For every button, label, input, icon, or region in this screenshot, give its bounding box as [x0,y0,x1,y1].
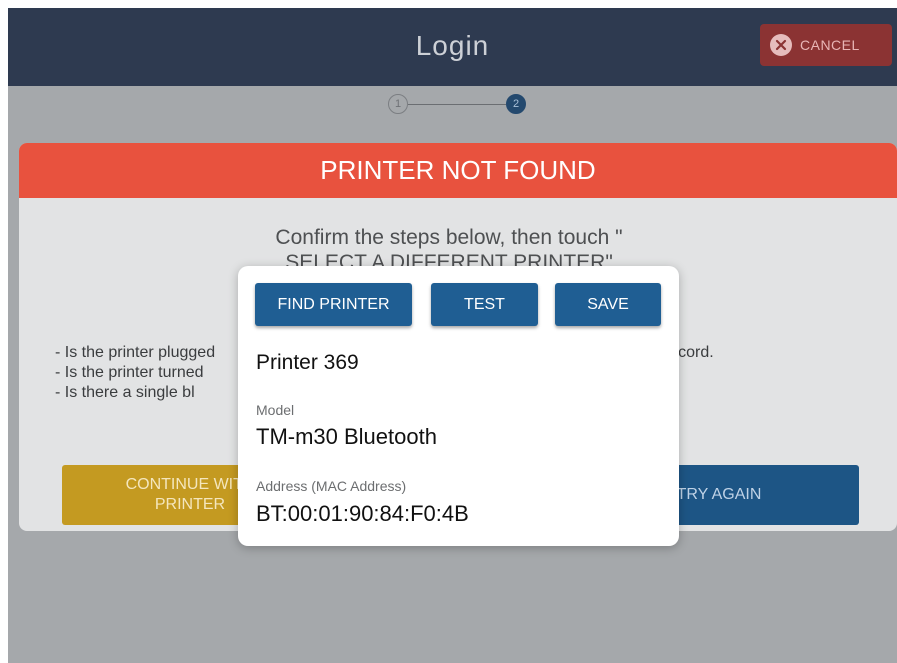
address-label: Address (MAC Address) [256,478,407,494]
test-printer-button[interactable]: TEST [431,283,538,326]
dialog-title: PRINTER NOT FOUND [19,143,897,198]
address-value: BT:00:01:90:84:F0:4B [256,501,469,526]
model-value: TM-m30 Bluetooth [256,424,437,449]
printer-name: Printer 369 [256,351,359,374]
dialog-message-line-1: Confirm the steps below, then touch " [275,226,623,249]
save-printer-button[interactable]: SAVE [555,283,661,326]
model-label: Model [256,402,295,418]
top-bar: Login CANCEL [8,8,897,86]
login-stepper: 1 2 [388,94,528,116]
step-connector [408,104,506,105]
printer-selection-popup: FIND PRINTER TEST SAVE Printer 369 Model… [238,266,679,546]
close-circle-icon [770,34,792,56]
cancel-label: CANCEL [800,37,860,53]
cancel-button[interactable]: CANCEL [760,24,892,66]
step-1-indicator: 1 [388,94,408,114]
find-printer-button[interactable]: FIND PRINTER [255,283,412,326]
step-2-indicator: 2 [506,94,526,114]
